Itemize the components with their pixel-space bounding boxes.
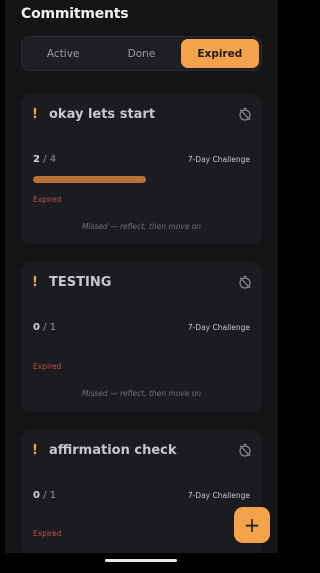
card-header: ! affirmation check — [32, 443, 177, 458]
progress-row: 0 / 1 7-Day Challenge — [33, 490, 250, 501]
progress-total: / 4 — [43, 154, 57, 165]
commitment-card[interactable]: ! affirmation check 0 / 1 7-Day Challeng… — [21, 430, 262, 553]
add-commitment-button[interactable]: + — [234, 507, 270, 543]
card-title: affirmation check — [49, 443, 177, 458]
commitments-screen: Commitments Active Done Expired ! okay l… — [5, 0, 278, 553]
status-label: Expired — [33, 195, 62, 204]
progress-count: 0 / 1 — [33, 490, 56, 501]
exclamation-icon: ! — [32, 275, 38, 290]
progress-row: 0 / 1 7-Day Challenge — [33, 322, 250, 333]
challenge-label: 7-Day Challenge — [187, 155, 250, 164]
challenge-label: 7-Day Challenge — [187, 323, 250, 332]
progress-count: 2 / 4 — [33, 154, 56, 165]
tab-active[interactable]: Active — [24, 39, 102, 68]
commitment-card[interactable]: ! okay lets start 2 / 4 7-Day Challenge … — [21, 94, 262, 244]
card-note: Missed — reflect, then move on — [81, 222, 202, 231]
exclamation-icon: ! — [32, 443, 38, 458]
progress-total: / 1 — [43, 490, 57, 501]
progress-done: 0 — [33, 322, 40, 333]
challenge-label: 7-Day Challenge — [187, 491, 250, 500]
progress-total: / 1 — [43, 322, 57, 333]
timer-off-icon[interactable] — [238, 107, 252, 121]
home-indicator — [105, 559, 177, 562]
timer-off-icon[interactable] — [238, 443, 252, 457]
timer-off-icon[interactable] — [238, 275, 252, 289]
card-header: ! TESTING — [32, 275, 111, 290]
progress-done: 2 — [33, 154, 40, 165]
card-note: Missed — reflect, then move on — [81, 389, 202, 398]
card-title: TESTING — [49, 275, 112, 290]
status-label: Expired — [33, 529, 62, 538]
card-title: okay lets start — [49, 107, 156, 122]
progress-bar — [33, 176, 146, 183]
card-header: ! okay lets start — [32, 107, 155, 122]
tab-done[interactable]: Done — [102, 39, 180, 68]
commitment-card[interactable]: ! TESTING 0 / 1 7-Day Challenge Expired … — [21, 262, 262, 412]
page-title: Commitments — [21, 6, 129, 22]
status-tabs: Active Done Expired — [21, 36, 262, 71]
progress-count: 0 / 1 — [33, 322, 56, 333]
progress-row: 2 / 4 7-Day Challenge — [33, 154, 250, 165]
progress-done: 0 — [33, 490, 40, 501]
tab-expired[interactable]: Expired — [180, 39, 259, 68]
exclamation-icon: ! — [32, 107, 38, 122]
status-label: Expired — [33, 362, 62, 371]
